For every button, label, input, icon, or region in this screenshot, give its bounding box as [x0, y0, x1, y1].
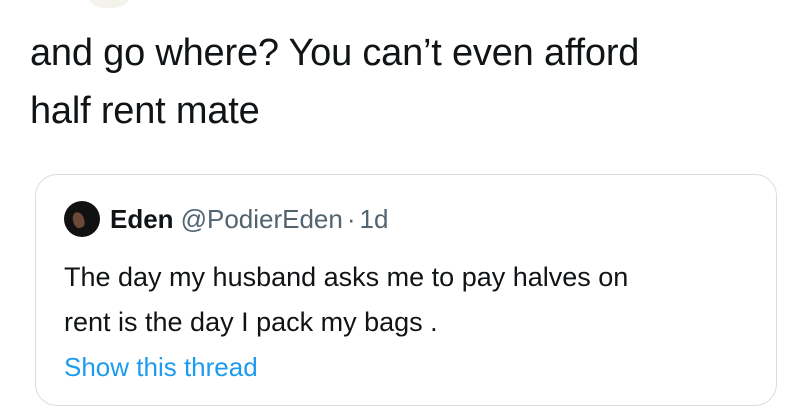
cropped-avatar	[86, 0, 132, 8]
display-name[interactable]: Eden	[110, 204, 174, 235]
tweet-text-line-1: and go where? You can’t even afford	[30, 32, 640, 74]
avatar[interactable]	[64, 201, 100, 237]
dot-separator: ·	[346, 203, 356, 234]
quoted-tweet-header: Eden @PodierEden · 1d	[64, 199, 388, 239]
quoted-tweet-text-line-2: rent is the day I pack my bags .	[64, 307, 438, 337]
quoted-tweet-text-line-1: The day my husband asks me to pay halves…	[64, 262, 629, 292]
quoted-tweet-card[interactable]: Eden @PodierEden · 1d The day my husband…	[35, 174, 777, 406]
username[interactable]: @PodierEden	[181, 204, 343, 235]
quoted-tweet-text: The day my husband asks me to pay halves…	[64, 255, 754, 345]
show-thread-link[interactable]: Show this thread	[64, 347, 258, 387]
tweet-text-line-2: half rent mate	[30, 90, 260, 132]
timestamp[interactable]: 1d	[360, 204, 389, 235]
tweet-text: and go where? You can’t even afford half…	[30, 24, 770, 140]
